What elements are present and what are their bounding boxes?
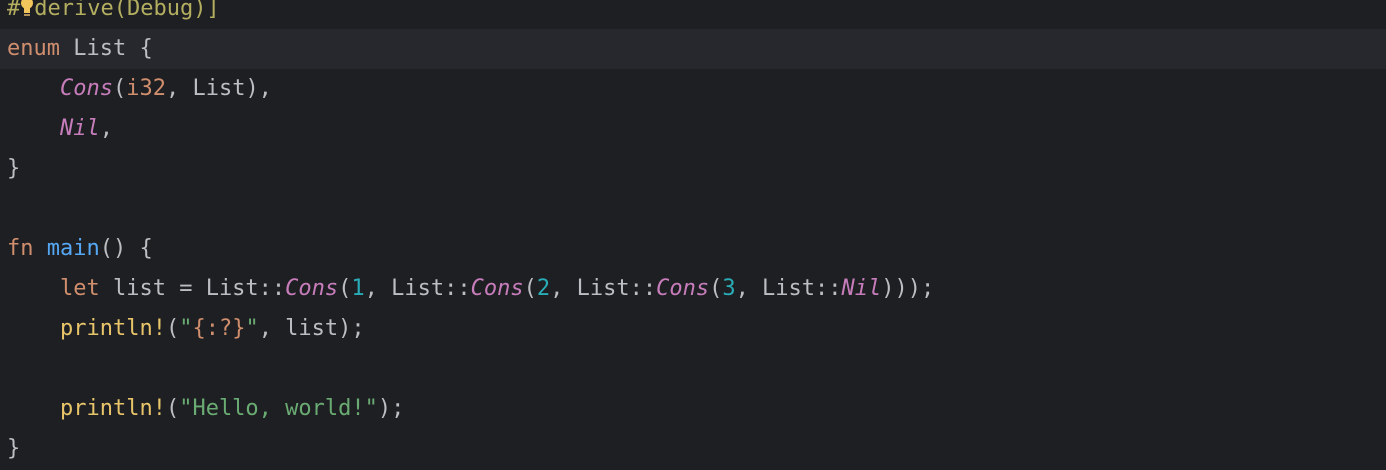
enum-variant-cons: Cons (285, 276, 339, 301)
attribute-text: derive(Debug)] (34, 0, 220, 21)
punctuation: ( (523, 276, 537, 301)
code-line-close-brace[interactable]: } (0, 429, 1386, 469)
code-editor[interactable]: # derive(Debug)] enum List { Cons(i32, Li… (0, 0, 1386, 470)
punctuation: , (99, 116, 113, 141)
type-i32: i32 (126, 76, 166, 101)
code-line-variant-nil[interactable]: Nil, (0, 109, 1386, 149)
punctuation: ( (112, 76, 127, 101)
code-line-fn-main[interactable]: fn main() { (0, 229, 1386, 269)
string-literal: "Hello, world!" (179, 396, 378, 421)
punctuation: { (126, 36, 153, 61)
code-text: , List:: (364, 276, 471, 301)
punctuation: ); (377, 396, 405, 421)
punctuation: ( (165, 396, 180, 421)
punctuation: ( (165, 316, 180, 341)
code-line-attribute[interactable]: # derive(Debug)] (0, 0, 1386, 29)
code-text: , List:: (735, 276, 842, 301)
keyword-enum: enum (7, 36, 60, 61)
code-line-let-list[interactable]: let list = List::Cons(1, List::Cons(2, L… (0, 269, 1386, 309)
code-line-println-hello[interactable]: println!("Hello, world!"); (0, 389, 1386, 429)
code-line-blank[interactable] (0, 189, 1386, 229)
string-quote: " (179, 316, 193, 341)
enum-name: List (59, 36, 127, 61)
enum-variant-cons: Cons (656, 276, 710, 301)
enum-variant-nil: Nil (59, 116, 100, 141)
punctuation: ( (338, 276, 352, 301)
number-literal: 3 (722, 276, 736, 301)
punctuation: () { (99, 236, 153, 261)
lightbulb-icon[interactable] (20, 0, 34, 18)
closing-brace: } (7, 436, 21, 461)
number-literal: 1 (351, 276, 365, 301)
code-text: , List), (165, 76, 272, 101)
punctuation: ))); (881, 276, 935, 301)
format-specifier: {:?} (192, 316, 246, 341)
code-line-blank[interactable] (0, 349, 1386, 389)
enum-variant-cons: Cons (59, 76, 113, 101)
keyword-let: let (59, 276, 100, 301)
macro-println: println! (59, 396, 166, 421)
attribute-hash: # (7, 0, 21, 21)
code-line-println-debug[interactable]: println!("{:?}", list); (0, 309, 1386, 349)
punctuation: ( (709, 276, 723, 301)
macro-println: println! (59, 316, 166, 341)
code-text: list = List:: (99, 276, 286, 301)
function-name-main: main (46, 236, 100, 261)
code-line-variant-cons[interactable]: Cons(i32, List), (0, 69, 1386, 109)
enum-variant-nil: Nil (841, 276, 882, 301)
string-quote: " (245, 316, 259, 341)
enum-variant-cons: Cons (470, 276, 524, 301)
code-text: , list); (258, 316, 365, 341)
code-line-enum-decl[interactable]: enum List { (0, 29, 1386, 69)
code-text: , List:: (550, 276, 657, 301)
code-line-close-brace[interactable]: } (0, 149, 1386, 189)
number-literal: 2 (536, 276, 551, 301)
keyword-fn: fn (7, 236, 34, 261)
closing-brace: } (7, 156, 21, 181)
